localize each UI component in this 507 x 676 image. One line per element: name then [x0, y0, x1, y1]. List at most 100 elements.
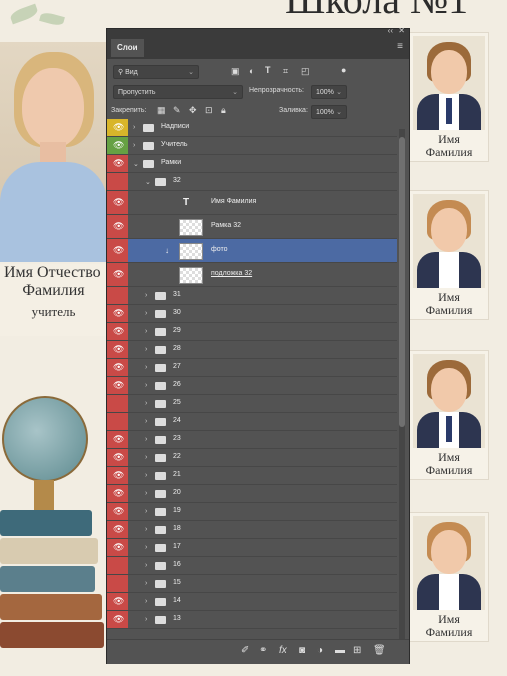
chevron-right-icon[interactable]: › [145, 562, 147, 569]
visibility-toggle[interactable] [107, 395, 128, 412]
layer-row[interactable]: 👁︎ › 30 [107, 305, 397, 323]
chevron-right-icon[interactable]: › [145, 418, 147, 425]
visibility-toggle[interactable]: 👁︎ [107, 305, 128, 322]
layer-row[interactable]: 👁︎ › 19 [107, 503, 397, 521]
visibility-toggle[interactable] [107, 575, 128, 592]
pixel-filter-icon[interactable]: ▣ [231, 66, 240, 77]
layer-row[interactable]: 👁︎ › 18 [107, 521, 397, 539]
visibility-toggle[interactable]: 👁︎ [107, 377, 128, 394]
new-group-icon[interactable]: ▬ [335, 645, 345, 656]
layer-row[interactable]: 👁︎ Рамка 32 [107, 215, 397, 239]
layer-row[interactable]: › 25 [107, 395, 397, 413]
visibility-toggle[interactable]: 👁︎ [107, 215, 128, 238]
close-icon[interactable]: ✕ [398, 26, 405, 35]
visibility-toggle[interactable]: 👁︎ [107, 431, 128, 448]
layer-row[interactable]: ⌄ 32 [107, 173, 397, 191]
chevron-right-icon[interactable]: › [145, 526, 147, 533]
visibility-toggle[interactable] [107, 287, 128, 304]
layer-row[interactable]: 👁︎ › 13 [107, 611, 397, 629]
visibility-toggle[interactable]: 👁︎ [107, 359, 128, 376]
chevron-right-icon[interactable]: › [145, 472, 147, 479]
visibility-toggle[interactable]: 👁︎ [107, 137, 128, 154]
visibility-toggle[interactable]: 👁︎ [107, 503, 128, 520]
layer-row[interactable]: 👁︎ › 23 [107, 431, 397, 449]
layer-row[interactable]: 👁︎ › 22 [107, 449, 397, 467]
visibility-toggle[interactable]: 👁︎ [107, 449, 128, 466]
visibility-toggle[interactable]: 👁︎ [107, 611, 128, 628]
layer-row[interactable]: 👁︎ ⌄ Рамки [107, 155, 397, 173]
layer-row[interactable]: 👁︎ › 20 [107, 485, 397, 503]
chevron-down-icon[interactable]: ⌄ [133, 160, 139, 168]
layer-row[interactable]: 👁︎ ↓ фото [107, 239, 397, 263]
new-layer-icon[interactable]: ⊞ [353, 645, 361, 656]
lock-position-icon[interactable]: ✥ [189, 105, 197, 116]
visibility-toggle[interactable] [107, 173, 128, 190]
layer-row[interactable]: 👁︎ подложка 32 [107, 263, 397, 287]
layer-row[interactable]: 👁︎ › 29 [107, 323, 397, 341]
visibility-toggle[interactable] [107, 557, 128, 574]
chevron-right-icon[interactable]: › [145, 436, 147, 443]
smart-object-filter-icon[interactable]: ◰ [301, 66, 310, 77]
fill-field[interactable]: 100% ⌄ [311, 105, 347, 119]
chevron-right-icon[interactable]: › [145, 616, 147, 623]
layer-row[interactable]: 👁︎ › 14 [107, 593, 397, 611]
layer-row[interactable]: 👁︎ › Учитель [107, 137, 397, 155]
add-mask-icon[interactable]: ◙ [299, 645, 305, 656]
blend-mode-select[interactable]: Пропустить ⌄ [113, 85, 243, 99]
chevron-down-icon[interactable]: ⌄ [145, 178, 151, 186]
chevron-right-icon[interactable]: › [145, 292, 147, 299]
layer-row[interactable]: 👁︎ › 17 [107, 539, 397, 557]
panel-menu-icon[interactable]: ≡ [397, 41, 403, 52]
visibility-toggle[interactable]: 👁︎ [107, 593, 128, 610]
layer-filter-select[interactable]: ⚲ Вид ⌄ [113, 65, 199, 79]
scrollbar-thumb[interactable] [399, 137, 405, 427]
chevron-right-icon[interactable]: › [145, 490, 147, 497]
visibility-toggle[interactable]: 👁︎ [107, 539, 128, 556]
visibility-toggle[interactable]: 👁︎ [107, 467, 128, 484]
layer-row[interactable]: 👁︎ T Имя Фамилия [107, 191, 397, 215]
trash-icon[interactable]: 🗑︎ [373, 645, 386, 656]
chevron-right-icon[interactable]: › [145, 508, 147, 515]
chevron-right-icon[interactable]: › [145, 454, 147, 461]
visibility-toggle[interactable] [107, 413, 128, 430]
link-layers-icon[interactable]: ⚭ [259, 645, 267, 656]
layer-row[interactable]: 👁︎ › 27 [107, 359, 397, 377]
chevron-right-icon[interactable]: › [133, 142, 135, 149]
chevron-right-icon[interactable]: › [145, 400, 147, 407]
chevron-right-icon[interactable]: › [145, 364, 147, 371]
layers-scrollbar[interactable] [399, 129, 405, 639]
visibility-toggle[interactable]: 👁︎ [107, 341, 128, 358]
lock-pixels-icon[interactable]: ✎ [173, 105, 181, 116]
chevron-right-icon[interactable]: › [145, 382, 147, 389]
visibility-toggle[interactable]: 👁︎ [107, 263, 128, 286]
chevron-right-icon[interactable]: › [145, 544, 147, 551]
chevron-right-icon[interactable]: › [145, 598, 147, 605]
visibility-toggle[interactable]: 👁︎ [107, 485, 128, 502]
lock-transparency-icon[interactable]: ▦ [157, 105, 166, 116]
visibility-toggle[interactable]: 👁︎ [107, 119, 128, 136]
layer-row[interactable]: 👁︎ › Надписи [107, 119, 397, 137]
visibility-toggle[interactable]: 👁︎ [107, 239, 128, 262]
chevron-right-icon[interactable]: › [133, 124, 135, 131]
layer-row[interactable]: › 24 [107, 413, 397, 431]
filter-toggle-icon[interactable]: ● [341, 65, 346, 75]
visibility-toggle[interactable]: 👁︎ [107, 191, 128, 214]
brush-icon[interactable]: ✐ [241, 645, 249, 656]
layer-row[interactable]: › 15 [107, 575, 397, 593]
visibility-toggle[interactable]: 👁︎ [107, 521, 128, 538]
tab-layers[interactable]: Слои [111, 39, 144, 57]
lock-artboard-icon[interactable]: ⊡ [205, 105, 213, 116]
layer-row[interactable]: 👁︎ › 28 [107, 341, 397, 359]
chevron-right-icon[interactable]: › [145, 310, 147, 317]
opacity-field[interactable]: 100% ⌄ [311, 85, 347, 99]
layer-row[interactable]: › 31 [107, 287, 397, 305]
fx-icon[interactable]: fx [279, 645, 287, 656]
chevron-right-icon[interactable]: › [145, 328, 147, 335]
layer-row[interactable]: 👁︎ › 26 [107, 377, 397, 395]
visibility-toggle[interactable]: 👁︎ [107, 155, 128, 172]
adjustment-layer-icon[interactable]: ◑ [317, 645, 323, 656]
collapse-icon[interactable]: ‹‹ [388, 26, 393, 35]
adjustment-filter-icon[interactable]: ◐ [249, 66, 254, 76]
layer-row[interactable]: 👁︎ › 21 [107, 467, 397, 485]
visibility-toggle[interactable]: 👁︎ [107, 323, 128, 340]
